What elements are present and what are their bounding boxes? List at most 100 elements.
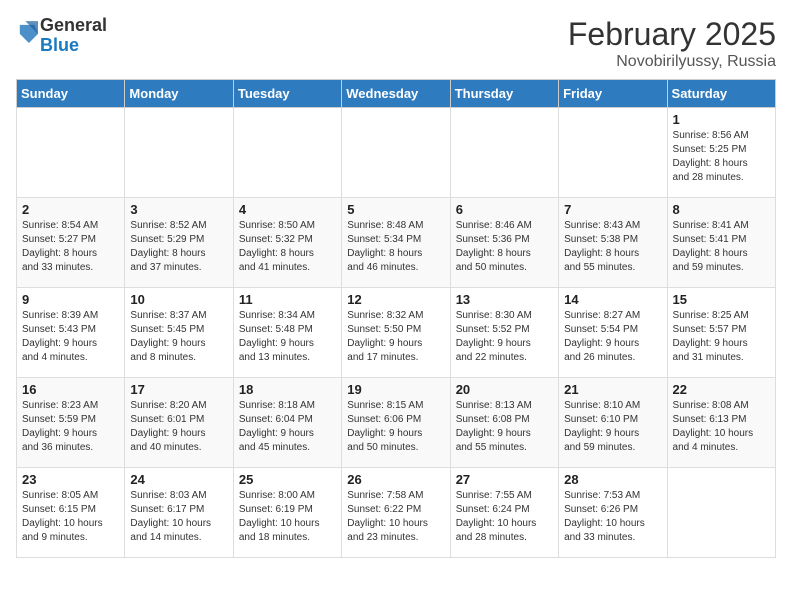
page-header: General Blue February 2025 Novobirilyuss… — [16, 16, 776, 71]
day-number: 2 — [22, 202, 119, 217]
header-cell-wednesday: Wednesday — [342, 80, 450, 108]
logo-blue-text: Blue — [40, 35, 79, 55]
day-number: 15 — [673, 292, 770, 307]
day-info: Sunrise: 7:53 AM Sunset: 6:26 PM Dayligh… — [564, 489, 661, 545]
day-number: 13 — [456, 292, 553, 307]
day-cell: 12 Sunrise: 8:32 AM Sunset: 5:50 PM Dayli… — [342, 288, 450, 378]
day-info: Sunrise: 8:00 AM Sunset: 6:19 PM Dayligh… — [239, 489, 336, 545]
month-title: February 2025 — [568, 16, 776, 53]
day-number: 21 — [564, 382, 661, 397]
calendar-body: 1 Sunrise: 8:56 AM Sunset: 5:25 PM Daylig… — [17, 108, 776, 558]
day-number: 28 — [564, 472, 661, 487]
day-info: Sunrise: 8:05 AM Sunset: 6:15 PM Dayligh… — [22, 489, 119, 545]
day-info: Sunrise: 8:08 AM Sunset: 6:13 PM Dayligh… — [673, 399, 770, 455]
day-info: Sunrise: 8:54 AM Sunset: 5:27 PM Dayligh… — [22, 219, 119, 275]
day-cell: 13Sunrise: 8:30 AM Sunset: 5:52 PM Dayli… — [450, 288, 558, 378]
day-cell: 19 Sunrise: 8:15 AM Sunset: 6:06 PM Dayli… — [342, 378, 450, 468]
day-number: 16 — [22, 382, 119, 397]
day-info: Sunrise: 8:41 AM Sunset: 5:41 PM Dayligh… — [673, 219, 770, 275]
header-cell-tuesday: Tuesday — [233, 80, 341, 108]
day-cell: 22 Sunrise: 8:08 AM Sunset: 6:13 PM Dayli… — [667, 378, 775, 468]
day-info: Sunrise: 8:46 AM Sunset: 5:36 PM Dayligh… — [456, 219, 553, 275]
day-number: 26 — [347, 472, 444, 487]
day-cell — [233, 108, 341, 198]
day-number: 12 — [347, 292, 444, 307]
day-number: 10 — [130, 292, 227, 307]
day-number: 22 — [673, 382, 770, 397]
day-number: 27 — [456, 472, 553, 487]
header-cell-sunday: Sunday — [17, 80, 125, 108]
day-number: 9 — [22, 292, 119, 307]
location-title: Novobirilyussy, Russia — [568, 53, 776, 71]
day-info: Sunrise: 8:52 AM Sunset: 5:29 PM Dayligh… — [130, 219, 227, 275]
header-cell-friday: Friday — [559, 80, 667, 108]
day-cell: 17Sunrise: 8:20 AM Sunset: 6:01 PM Dayli… — [125, 378, 233, 468]
day-info: Sunrise: 8:15 AM Sunset: 6:06 PM Dayligh… — [347, 399, 444, 455]
header-row: SundayMondayTuesdayWednesdayThursdayFrid… — [17, 80, 776, 108]
day-info: Sunrise: 8:13 AM Sunset: 6:08 PM Dayligh… — [456, 399, 553, 455]
day-number: 17 — [130, 382, 227, 397]
day-number: 24 — [130, 472, 227, 487]
week-row-2: 9 Sunrise: 8:39 AM Sunset: 5:43 PM Daylig… — [17, 288, 776, 378]
day-number: 18 — [239, 382, 336, 397]
calendar-table: SundayMondayTuesdayWednesdayThursdayFrid… — [16, 79, 776, 558]
day-cell — [17, 108, 125, 198]
day-info: Sunrise: 8:48 AM Sunset: 5:34 PM Dayligh… — [347, 219, 444, 275]
day-cell: 4 Sunrise: 8:50 AM Sunset: 5:32 PM Daylig… — [233, 198, 341, 288]
logo: General Blue — [16, 16, 107, 56]
week-row-3: 16Sunrise: 8:23 AM Sunset: 5:59 PM Dayli… — [17, 378, 776, 468]
calendar-header: SundayMondayTuesdayWednesdayThursdayFrid… — [17, 80, 776, 108]
day-info: Sunrise: 8:37 AM Sunset: 5:45 PM Dayligh… — [130, 309, 227, 365]
week-row-1: 2 Sunrise: 8:54 AM Sunset: 5:27 PM Daylig… — [17, 198, 776, 288]
day-number: 11 — [239, 292, 336, 307]
header-cell-thursday: Thursday — [450, 80, 558, 108]
week-row-4: 23 Sunrise: 8:05 AM Sunset: 6:15 PM Dayli… — [17, 468, 776, 558]
day-cell: 24 Sunrise: 8:03 AM Sunset: 6:17 PM Dayli… — [125, 468, 233, 558]
day-number: 14 — [564, 292, 661, 307]
day-cell: 8 Sunrise: 8:41 AM Sunset: 5:41 PM Daylig… — [667, 198, 775, 288]
day-info: Sunrise: 8:25 AM Sunset: 5:57 PM Dayligh… — [673, 309, 770, 365]
day-info: Sunrise: 8:03 AM Sunset: 6:17 PM Dayligh… — [130, 489, 227, 545]
day-cell: 21 Sunrise: 8:10 AM Sunset: 6:10 PM Dayli… — [559, 378, 667, 468]
header-cell-saturday: Saturday — [667, 80, 775, 108]
day-cell: 28 Sunrise: 7:53 AM Sunset: 6:26 PM Dayli… — [559, 468, 667, 558]
day-info: Sunrise: 8:56 AM Sunset: 5:25 PM Dayligh… — [673, 129, 770, 185]
day-number: 5 — [347, 202, 444, 217]
day-cell: 23 Sunrise: 8:05 AM Sunset: 6:15 PM Dayli… — [17, 468, 125, 558]
day-info: Sunrise: 8:27 AM Sunset: 5:54 PM Dayligh… — [564, 309, 661, 365]
day-cell: 1 Sunrise: 8:56 AM Sunset: 5:25 PM Daylig… — [667, 108, 775, 198]
day-number: 20 — [456, 382, 553, 397]
day-info: Sunrise: 8:32 AM Sunset: 5:50 PM Dayligh… — [347, 309, 444, 365]
day-info: Sunrise: 8:39 AM Sunset: 5:43 PM Dayligh… — [22, 309, 119, 365]
day-info: Sunrise: 8:50 AM Sunset: 5:32 PM Dayligh… — [239, 219, 336, 275]
day-cell: 3 Sunrise: 8:52 AM Sunset: 5:29 PM Daylig… — [125, 198, 233, 288]
day-cell: 15 Sunrise: 8:25 AM Sunset: 5:57 PM Dayli… — [667, 288, 775, 378]
day-number: 3 — [130, 202, 227, 217]
day-cell — [125, 108, 233, 198]
day-info: Sunrise: 8:10 AM Sunset: 6:10 PM Dayligh… — [564, 399, 661, 455]
day-info: Sunrise: 7:55 AM Sunset: 6:24 PM Dayligh… — [456, 489, 553, 545]
day-number: 8 — [673, 202, 770, 217]
day-cell: 2 Sunrise: 8:54 AM Sunset: 5:27 PM Daylig… — [17, 198, 125, 288]
day-number: 1 — [673, 112, 770, 127]
day-info: Sunrise: 8:18 AM Sunset: 6:04 PM Dayligh… — [239, 399, 336, 455]
day-info: Sunrise: 8:34 AM Sunset: 5:48 PM Dayligh… — [239, 309, 336, 365]
day-cell: 11 Sunrise: 8:34 AM Sunset: 5:48 PM Dayli… — [233, 288, 341, 378]
logo-general-text: General — [40, 15, 107, 35]
day-cell — [667, 468, 775, 558]
day-cell: 18 Sunrise: 8:18 AM Sunset: 6:04 PM Dayli… — [233, 378, 341, 468]
title-block: February 2025 Novobirilyussy, Russia — [568, 16, 776, 71]
day-number: 7 — [564, 202, 661, 217]
day-cell: 9 Sunrise: 8:39 AM Sunset: 5:43 PM Daylig… — [17, 288, 125, 378]
header-cell-monday: Monday — [125, 80, 233, 108]
day-number: 23 — [22, 472, 119, 487]
day-cell: 6Sunrise: 8:46 AM Sunset: 5:36 PM Daylig… — [450, 198, 558, 288]
day-number: 4 — [239, 202, 336, 217]
day-cell — [559, 108, 667, 198]
day-cell: 27 Sunrise: 7:55 AM Sunset: 6:24 PM Dayli… — [450, 468, 558, 558]
day-cell — [450, 108, 558, 198]
day-cell: 16Sunrise: 8:23 AM Sunset: 5:59 PM Dayli… — [17, 378, 125, 468]
day-number: 19 — [347, 382, 444, 397]
day-cell: 5 Sunrise: 8:48 AM Sunset: 5:34 PM Daylig… — [342, 198, 450, 288]
day-info: Sunrise: 8:43 AM Sunset: 5:38 PM Dayligh… — [564, 219, 661, 275]
